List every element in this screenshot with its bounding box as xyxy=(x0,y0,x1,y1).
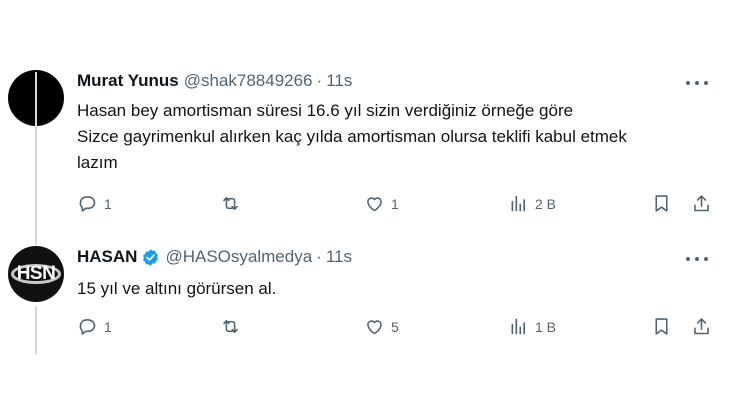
views-icon xyxy=(511,195,526,212)
user-handle[interactable]: @shak78849266 xyxy=(184,71,313,91)
reply-button[interactable]: 1 xyxy=(77,316,112,337)
reply-count: 1 xyxy=(104,318,112,335)
like-icon xyxy=(367,320,382,335)
avatar-logo-text: HSN xyxy=(16,263,56,284)
tweet-text-line: 15 yıl ve altını görürsen al. xyxy=(77,279,277,298)
retweet-icon xyxy=(223,320,238,333)
user-handle[interactable]: @HASOsyalmedya xyxy=(165,247,312,267)
share-button[interactable] xyxy=(691,193,712,214)
bookmark-button[interactable] xyxy=(651,193,672,214)
views-button[interactable]: 2 B xyxy=(508,193,556,214)
retweet-button[interactable] xyxy=(220,193,247,214)
verified-icon xyxy=(143,248,159,266)
tweet-text-line: Sizce gayrimenkul alırken kaç yılda amor… xyxy=(77,127,627,146)
reply-icon xyxy=(79,319,96,335)
action-bar: 1 1 2 B xyxy=(77,193,717,217)
timestamp[interactable]: 11s xyxy=(326,71,352,91)
tweet-text: 15 yıl ve altını görürsen al. xyxy=(77,276,276,302)
more-icon[interactable] xyxy=(686,256,708,262)
retweet-icon xyxy=(223,197,238,210)
tweet-text-line: lazım xyxy=(77,153,118,172)
view-count: 1 B xyxy=(535,318,557,335)
action-bar: 1 5 1 B xyxy=(77,316,717,340)
thread-line xyxy=(35,306,37,354)
retweet-button[interactable] xyxy=(220,316,247,337)
timestamp[interactable]: 11s xyxy=(326,247,352,267)
like-button[interactable]: 5 xyxy=(364,316,399,337)
tweet-text: Hasan bey amortisman süresi 16.6 yıl siz… xyxy=(77,98,627,176)
bookmark-icon xyxy=(655,195,668,212)
like-count: 5 xyxy=(391,318,399,335)
avatar[interactable]: HSN xyxy=(8,246,64,302)
tweet-header: Murat Yunus @shak78849266 · 11s xyxy=(77,71,352,91)
separator-dot: · xyxy=(316,247,322,266)
thread-line xyxy=(35,72,37,245)
views-icon xyxy=(511,318,526,335)
share-icon xyxy=(694,195,709,212)
like-count: 1 xyxy=(391,195,399,212)
share-icon xyxy=(694,318,709,335)
tweet-header: HASAN @HASOsyalmedya · 11s xyxy=(77,247,352,267)
reply-button[interactable]: 1 xyxy=(77,193,112,214)
bookmark-icon xyxy=(655,318,668,335)
share-button[interactable] xyxy=(691,316,712,337)
more-icon[interactable] xyxy=(686,80,708,86)
separator-dot: · xyxy=(316,71,323,90)
tweet-text-line: Hasan bey amortisman süresi 16.6 yıl siz… xyxy=(77,101,574,120)
view-count: 2 B xyxy=(535,195,557,212)
like-button[interactable]: 1 xyxy=(364,193,399,214)
views-button[interactable]: 1 B xyxy=(508,316,556,337)
reply-icon xyxy=(79,196,96,212)
reply-count: 1 xyxy=(104,195,112,212)
display-name[interactable]: HASAN xyxy=(77,247,137,267)
display-name[interactable]: Murat Yunus xyxy=(77,71,179,91)
bookmark-button[interactable] xyxy=(651,316,672,337)
like-icon xyxy=(367,197,382,212)
